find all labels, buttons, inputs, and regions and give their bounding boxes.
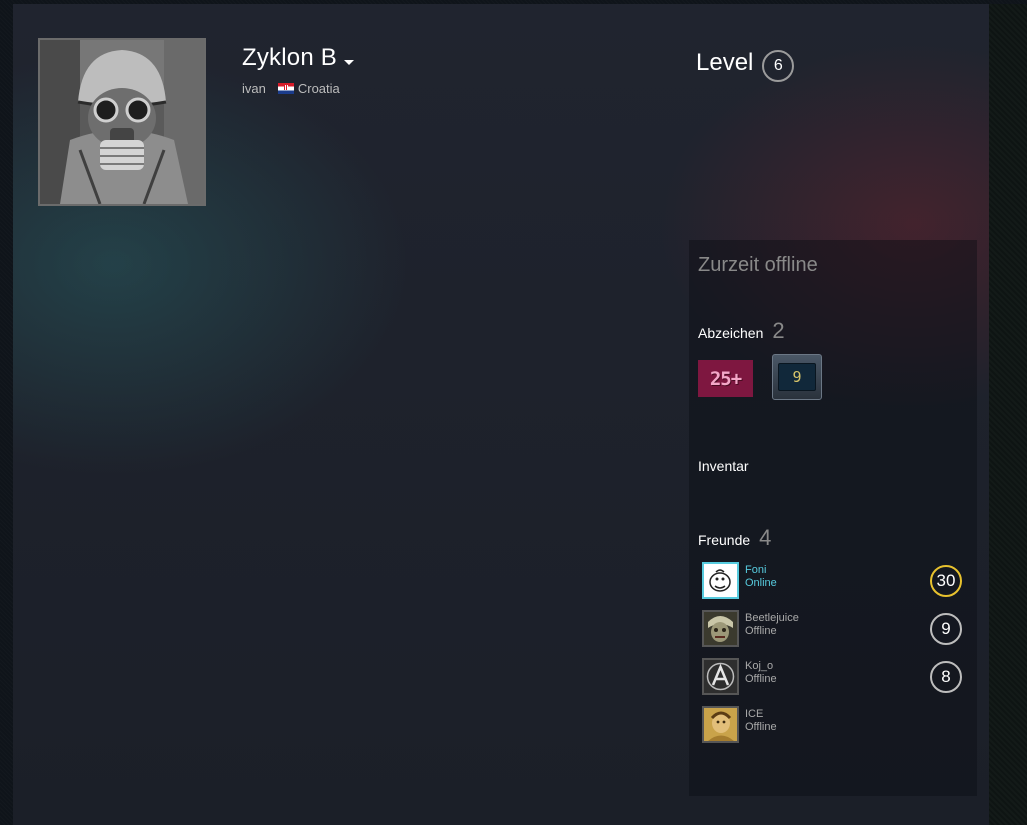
- persona-name: Zyklon B: [242, 44, 337, 71]
- inventory-section-header[interactable]: Inventar: [698, 458, 749, 474]
- level-label: Level: [696, 49, 754, 76]
- badges-section-header[interactable]: Abzeichen 2: [698, 318, 785, 344]
- profile-avatar[interactable]: [38, 38, 206, 206]
- friends-label: Freunde: [698, 532, 751, 548]
- badge-years-text: 25+: [709, 367, 742, 390]
- cartoon-face-icon: [704, 564, 737, 597]
- croatia-flag-icon: [277, 83, 294, 94]
- beetlejuice-face-icon: [704, 612, 737, 645]
- friend-item-koj_o[interactable]: Koj_o Offline 8: [702, 656, 967, 696]
- background-strip: [989, 4, 1027, 825]
- friend-avatar[interactable]: [702, 706, 739, 743]
- friend-status: Offline: [745, 721, 777, 733]
- alliance-logo-icon: [704, 660, 737, 693]
- friend-avatar[interactable]: [702, 658, 739, 695]
- friend-name: Foni: [745, 564, 767, 576]
- game-badge-icon[interactable]: 9: [772, 354, 822, 400]
- gas-mask-soldier-image: [40, 40, 204, 204]
- profile-right-column: Zurzeit offline Abzeichen 2 25+ 9 Invent…: [689, 240, 977, 796]
- persona-name-dropdown[interactable]: Zyklon B: [242, 44, 354, 72]
- ice-photo-icon: [704, 708, 737, 741]
- friend-status: Offline: [745, 625, 777, 637]
- chevron-down-icon: [343, 59, 354, 65]
- badges-label: Abzeichen: [698, 325, 764, 341]
- friend-status: Offline: [745, 673, 777, 685]
- friend-level-badge: 8: [930, 661, 962, 693]
- friend-status: Online: [745, 577, 777, 589]
- profile-level: Level 6: [696, 44, 795, 82]
- inventory-label: Inventar: [698, 458, 749, 474]
- badge-game-screen: 9: [778, 363, 816, 391]
- friend-item-beetlejuice[interactable]: Beetlejuice Offline 9: [702, 608, 967, 648]
- friend-avatar[interactable]: [702, 610, 739, 647]
- level-badge: 6: [762, 50, 795, 82]
- friend-name: ICE: [745, 708, 764, 720]
- friends-section-header[interactable]: Freunde 4: [698, 525, 771, 551]
- friends-count: 4: [759, 525, 772, 550]
- friend-item-foni[interactable]: Foni Online 30: [702, 560, 967, 600]
- real-name: ivan: [242, 81, 266, 96]
- profile-subline: ivan Croatia: [242, 81, 340, 96]
- badges-count: 2: [772, 318, 785, 343]
- country-name: Croatia: [297, 81, 340, 96]
- years-of-service-badge-icon[interactable]: 25+: [698, 360, 753, 397]
- page: Zyklon B ivan Croatia Level 6 Zurzeit of…: [0, 0, 1027, 825]
- friend-avatar[interactable]: [702, 562, 739, 599]
- friend-name: Koj_o: [745, 660, 774, 672]
- friend-item-ice[interactable]: ICE Offline: [702, 704, 967, 744]
- friend-level-badge: 9: [930, 613, 962, 645]
- friend-level-badge: 30: [930, 565, 962, 597]
- friend-name: Beetlejuice: [745, 612, 799, 624]
- online-status: Zurzeit offline: [698, 254, 818, 276]
